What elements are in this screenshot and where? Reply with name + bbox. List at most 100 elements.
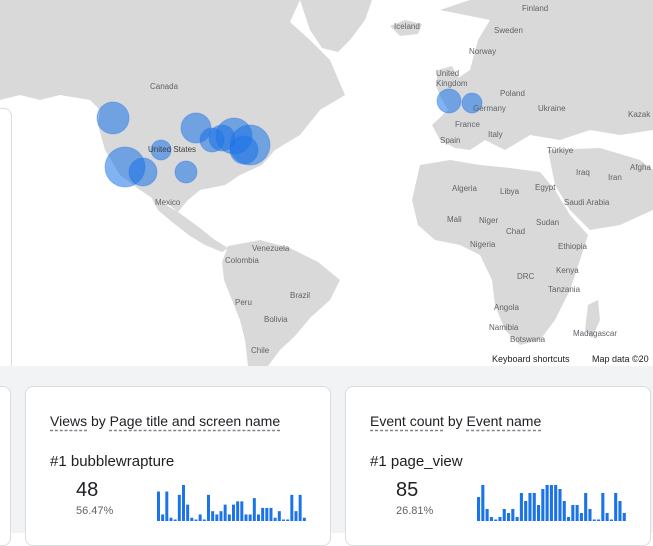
map-label-afghanistan: Afgha <box>630 163 651 172</box>
map-label-united-kingdom: United Kingdom <box>436 69 468 88</box>
spark-bar <box>502 509 506 521</box>
map-label-bolivia: Bolivia <box>264 315 288 324</box>
spark-bar <box>588 509 592 521</box>
spark-bar <box>219 511 223 521</box>
spark-bar <box>298 494 302 521</box>
geo-map[interactable]: Finland Iceland Sweden Norway United Kin… <box>0 0 653 366</box>
spark-bar <box>618 501 622 521</box>
spark-bar <box>294 511 298 521</box>
map-label-libya: Libya <box>500 187 520 196</box>
spark-bar <box>248 514 252 521</box>
spark-bar <box>605 513 609 521</box>
top-item-name: page_view <box>390 453 463 470</box>
spark-bar <box>545 485 549 521</box>
map-label-venezuela: Venezuela <box>252 244 290 253</box>
map-label-turkiye: Türkiye <box>547 146 574 155</box>
dimension-name[interactable]: Event name <box>467 413 542 429</box>
rank-label: #1 <box>50 453 67 470</box>
map-label-iran: Iran <box>608 173 622 182</box>
bubble-california-2 <box>128 157 158 187</box>
spark-bar <box>524 501 528 521</box>
spark-bar <box>515 517 519 521</box>
spark-bar <box>489 517 493 521</box>
map-label-germany: Germany <box>473 104 506 113</box>
spark-bar <box>532 493 536 521</box>
map-label-norway: Norway <box>469 47 497 56</box>
card-views-by-page-title[interactable]: Views by Page title and screen name #1 b… <box>25 386 331 546</box>
top-item-percent: 26.81% <box>396 505 434 517</box>
spark-bar <box>198 514 202 521</box>
spark-bar <box>157 491 160 521</box>
spark-bar <box>286 519 290 521</box>
spark-bar <box>571 505 575 521</box>
spark-bar <box>481 485 485 521</box>
spark-bar <box>541 489 545 521</box>
map-label-mexico: Mexico <box>155 198 181 207</box>
map-label-united-states: United States <box>148 145 197 154</box>
spark-bar <box>182 485 185 521</box>
map-label-angola: Angola <box>494 303 519 312</box>
left-card-edge <box>0 108 12 372</box>
map-label-niger: Niger <box>479 216 499 225</box>
spark-bar <box>579 513 583 521</box>
dimension-name[interactable]: Page title and screen name <box>110 413 280 429</box>
spark-bar <box>622 513 626 521</box>
map-label-italy: Italy <box>488 130 503 139</box>
map-label-brazil: Brazil <box>290 291 311 300</box>
spark-bar <box>575 505 579 521</box>
card-event-count-by-event-name[interactable]: Event count by Event name #1 page_view 8… <box>345 386 651 546</box>
spark-bar <box>169 517 173 521</box>
spark-bar <box>177 494 181 521</box>
card-title: Views by Page title and screen name <box>50 413 280 429</box>
spark-bar <box>592 519 596 521</box>
spark-bar <box>257 514 260 521</box>
map-label-kazakhstan: Kazak <box>628 110 651 119</box>
spark-bar <box>528 493 532 521</box>
spark-bar <box>485 509 489 521</box>
map-label-chile: Chile <box>251 346 270 355</box>
sparkline-chart <box>157 485 306 521</box>
spark-bar <box>194 519 198 521</box>
spark-bar <box>549 485 553 521</box>
map-label-poland: Poland <box>500 89 525 98</box>
spark-bar <box>277 511 281 521</box>
spark-bar <box>601 493 605 521</box>
spark-bar <box>562 501 566 521</box>
spark-bar <box>290 494 294 521</box>
spark-bar <box>494 519 498 521</box>
spark-bar <box>265 507 269 521</box>
spark-bar <box>273 517 277 521</box>
bubble-texas <box>174 160 198 184</box>
spark-bar <box>537 505 541 521</box>
bubble-uk <box>436 88 462 114</box>
map-label-drc: DRC <box>517 272 535 281</box>
keyboard-shortcuts-link[interactable]: Keyboard shortcuts <box>488 352 574 366</box>
top-item-name: bubblewrapture <box>70 453 175 470</box>
map-label-nigeria: Nigeria <box>470 240 496 249</box>
bubble-pacific-northwest <box>96 101 130 135</box>
map-label-finland: Finland <box>522 4 549 13</box>
top-item-percent: 56.47% <box>76 505 114 517</box>
map-label-mali: Mali <box>447 215 462 224</box>
map-label-sweden: Sweden <box>494 26 523 35</box>
spark-bar <box>558 489 562 521</box>
bubble-east-coast-2 <box>229 135 259 165</box>
spark-bar <box>186 504 190 521</box>
spark-bar <box>519 493 523 521</box>
metric-name[interactable]: Views <box>50 413 87 429</box>
spark-bar <box>261 507 265 521</box>
top-item-row: #1 page_view <box>370 453 463 470</box>
spark-bar <box>240 501 244 521</box>
rank-label: #1 <box>370 453 387 470</box>
map-label-canada: Canada <box>150 82 179 91</box>
land-north-america <box>0 0 345 212</box>
map-label-iraq: Iraq <box>576 168 590 177</box>
map-label-algeria: Algeria <box>452 184 477 193</box>
spark-bar <box>507 513 511 521</box>
map-label-namibia: Namibia <box>489 323 519 332</box>
metric-name[interactable]: Event count <box>370 413 444 429</box>
map-label-chad: Chad <box>506 227 526 236</box>
spark-bar <box>207 494 210 521</box>
spark-bar <box>161 514 165 521</box>
map-label-spain: Spain <box>440 136 461 145</box>
